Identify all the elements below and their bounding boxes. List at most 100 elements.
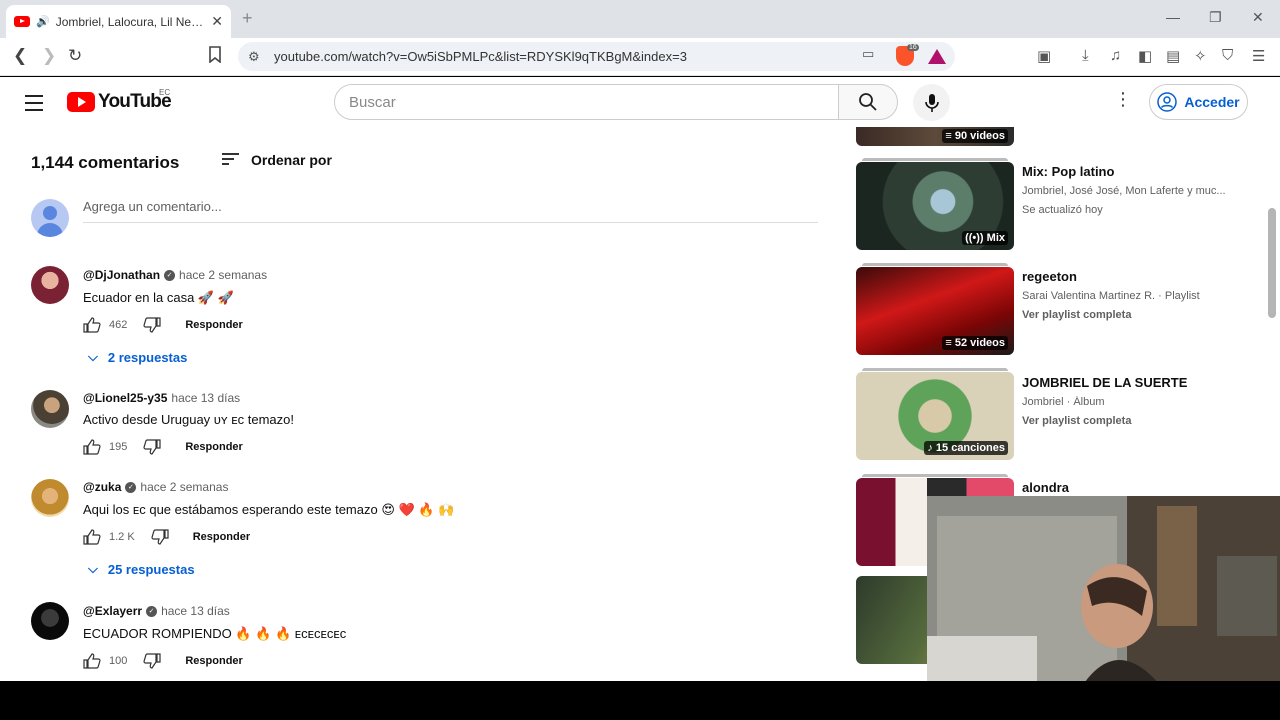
view-replies-button[interactable]: ⌵ 2 respuestas: [88, 349, 187, 365]
minimize-icon[interactable]: —: [1166, 9, 1180, 25]
like-count: 1.2 K: [109, 531, 135, 543]
sign-in-label: Acceder: [1184, 94, 1240, 110]
like-count: 195: [109, 441, 128, 453]
playlist-thumbnail[interactable]: ≡ 52 videos: [856, 267, 1014, 355]
dislike-icon[interactable]: [143, 653, 161, 669]
comment-actions: 100 Responder: [83, 653, 243, 669]
view-full-playlist-link[interactable]: Ver playlist completa: [1022, 309, 1131, 321]
wallet-icon[interactable]: ▤: [1166, 47, 1180, 65]
search-input[interactable]: Buscar: [334, 84, 839, 120]
like-icon[interactable]: [83, 653, 101, 669]
reply-button[interactable]: Responder: [185, 655, 242, 667]
sidebar-item-title[interactable]: regeeton: [1022, 269, 1077, 284]
site-settings-icon[interactable]: ⚙: [248, 49, 260, 65]
sidebar-item-meta: Jombriel, José José, Mon Laferte y muc..…: [1022, 185, 1226, 197]
sidebar-toggle-icon[interactable]: ◧: [1138, 47, 1152, 65]
comment-time[interactable]: hace 13 días: [161, 604, 230, 618]
comment-actions: 1.2 K Responder: [83, 529, 250, 545]
menu-icon[interactable]: ☰: [1252, 47, 1265, 65]
sidebar-panel-icon[interactable]: ▣: [1037, 47, 1051, 65]
comment-author[interactable]: @DjJonathan: [83, 268, 160, 282]
reload-icon[interactable]: ↻: [68, 46, 82, 66]
comment-header: @Lionel25-y35 hace 13 días: [83, 391, 240, 405]
commenter-avatar[interactable]: [31, 479, 69, 517]
bottom-black-bar: [0, 681, 1280, 720]
close-tab-icon[interactable]: ✕: [211, 13, 223, 30]
add-comment-input[interactable]: Agrega un comentario...: [83, 199, 818, 223]
comment-time[interactable]: hace 13 días: [171, 391, 240, 405]
dislike-icon[interactable]: [151, 529, 169, 545]
new-tab-button[interactable]: +: [242, 8, 253, 29]
chevron-down-icon: ⌵: [88, 561, 98, 576]
sort-button[interactable]: Ordenar por: [222, 152, 332, 168]
brave-rewards-icon[interactable]: [928, 49, 946, 64]
commenter-avatar[interactable]: [31, 390, 69, 428]
settings-kebab-icon[interactable]: ⋮: [1114, 90, 1132, 108]
youtube-favicon-icon: [14, 16, 30, 27]
sidebar-item-meta: Jombriel · Álbum: [1022, 396, 1105, 408]
comment-header: @zuka ✓ hace 2 semanas: [83, 480, 228, 494]
leo-ai-icon[interactable]: ✧: [1194, 47, 1207, 65]
close-window-icon[interactable]: ✕: [1252, 9, 1264, 26]
mix-thumbnail[interactable]: ((•)) Mix: [856, 162, 1014, 250]
search-button[interactable]: [838, 84, 898, 120]
page-scrollbar[interactable]: [1268, 208, 1276, 318]
dislike-icon[interactable]: [143, 439, 161, 455]
reply-button[interactable]: Responder: [185, 319, 242, 331]
maximize-icon[interactable]: ❐: [1209, 9, 1222, 26]
comment-count: 1,144 comentarios: [31, 153, 180, 172]
speaker-icon[interactable]: 🔊: [36, 15, 50, 28]
comment-author[interactable]: @Lionel25-y35: [83, 391, 167, 405]
like-icon[interactable]: [83, 317, 101, 333]
current-user-avatar: [31, 199, 69, 237]
youtube-logo[interactable]: YouTube: [67, 91, 172, 113]
verified-check-icon: ✓: [164, 269, 176, 281]
url-bar[interactable]: ⚙ youtube.com/watch?v=Ow5iSbPMLPc&list=R…: [238, 42, 955, 71]
reply-button[interactable]: Responder: [185, 441, 242, 453]
video-count-badge: ≡ 90 videos: [942, 129, 1008, 143]
stack-line: [862, 368, 1008, 371]
browser-tab[interactable]: 🔊 Jombriel, Lalocura, Lil New, Ja ✕: [6, 5, 231, 38]
forward-icon[interactable]: ❯: [42, 46, 56, 66]
microphone-icon: [924, 93, 939, 112]
stack-line: [862, 158, 1008, 161]
mix-badge: ((•)) Mix: [962, 231, 1008, 245]
view-replies-button[interactable]: ⌵ 25 respuestas: [88, 561, 195, 577]
commenter-avatar[interactable]: [31, 602, 69, 640]
sidebar-item-title[interactable]: alondra: [1022, 480, 1069, 495]
vpn-icon[interactable]: ⛉: [1222, 47, 1233, 64]
replies-label: 2 respuestas: [107, 349, 188, 365]
playlist-thumbnail[interactable]: ≡ 90 videos: [856, 127, 1014, 146]
like-icon[interactable]: [83, 529, 101, 545]
album-thumbnail[interactable]: ♪ 15 canciones: [856, 372, 1014, 460]
voice-search-button[interactable]: [913, 84, 950, 121]
back-icon[interactable]: ❮: [13, 46, 27, 66]
comment-actions: 462 Responder: [83, 317, 243, 333]
guide-menu-icon[interactable]: [25, 95, 43, 116]
commenter-avatar[interactable]: [31, 266, 69, 304]
verified-check-icon: ✓: [146, 605, 158, 617]
cast-icon[interactable]: ▭: [862, 46, 874, 62]
sign-in-button[interactable]: Acceder: [1149, 84, 1248, 120]
comment-header: @Exlayerr ✓ hace 13 días: [83, 604, 230, 618]
comment-actions: 195 Responder: [83, 439, 243, 455]
media-icon[interactable]: ♫: [1110, 47, 1121, 64]
downloads-icon[interactable]: ⤓: [1082, 47, 1089, 64]
comment-author[interactable]: @Exlayerr: [83, 604, 142, 618]
view-full-playlist-link[interactable]: Ver playlist completa: [1022, 415, 1131, 427]
sidebar-item-updated: Se actualizó hoy: [1022, 204, 1103, 216]
like-icon[interactable]: [83, 439, 101, 455]
verified-check-icon: ✓: [125, 481, 137, 493]
comment-author[interactable]: @zuka: [83, 480, 121, 494]
comment-time[interactable]: hace 2 semanas: [140, 480, 228, 494]
dislike-icon[interactable]: [143, 317, 161, 333]
bookmark-icon[interactable]: [208, 46, 222, 68]
reply-button[interactable]: Responder: [193, 531, 250, 543]
comment-header: @DjJonathan ✓ hace 2 semanas: [83, 268, 267, 282]
sort-label: Ordenar por: [251, 152, 332, 168]
sidebar-item-title[interactable]: JOMBRIEL DE LA SUERTE: [1022, 375, 1187, 390]
sidebar-item-title[interactable]: Mix: Pop latino: [1022, 164, 1114, 179]
comment-time[interactable]: hace 2 semanas: [179, 268, 267, 282]
url-text: youtube.com/watch?v=Ow5iSbPMLPc&list=RDY…: [274, 49, 687, 64]
video-count-badge: ≡ 52 videos: [942, 336, 1008, 350]
